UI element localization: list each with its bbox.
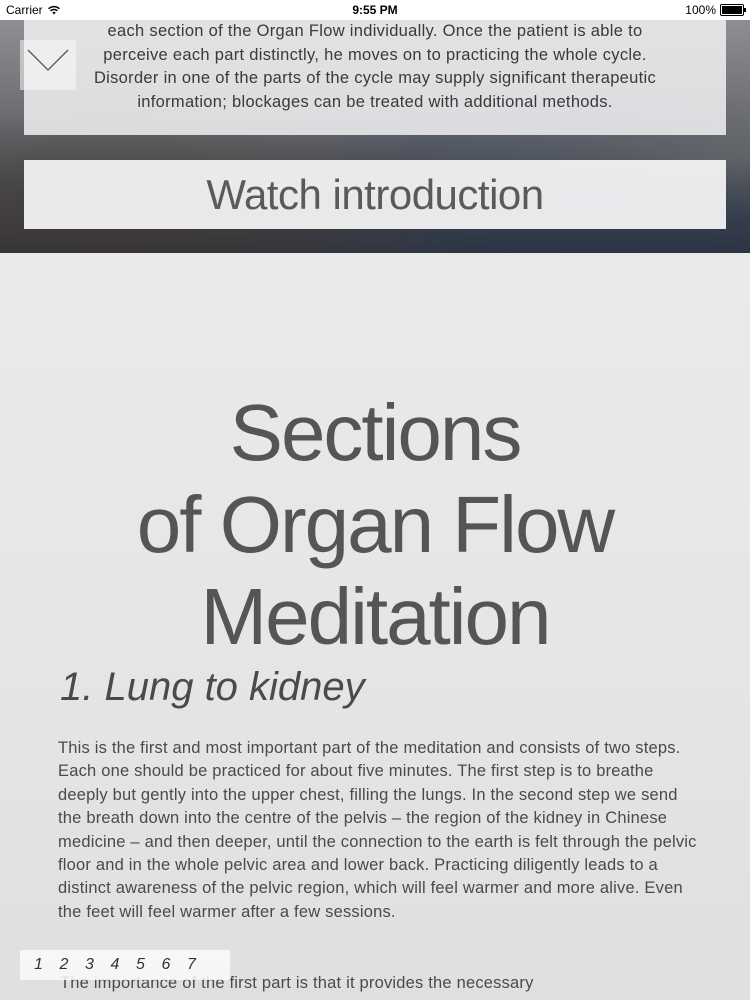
section-title-line: Meditation (200, 571, 551, 661)
main-content: Sections of Organ Flow Meditation 1. Lun… (0, 253, 750, 1000)
page-link-4[interactable]: 4 (111, 956, 137, 974)
intro-line: Disorder in one of the parts of the cycl… (93, 69, 657, 87)
body-paragraph: This is the first and most important par… (58, 739, 697, 921)
subsection-heading: 1. Lung to kidney (60, 665, 365, 709)
page-link-5[interactable]: 5 (136, 956, 162, 974)
page-link-3[interactable]: 3 (85, 956, 111, 974)
page-link-1[interactable]: 1 (34, 956, 60, 974)
intro-line: perceive each part distinctly, he moves … (103, 45, 647, 64)
page-index: 1 2 3 4 5 6 7 (20, 950, 230, 980)
section-title-line: of Organ Flow (136, 479, 615, 569)
battery-icon (720, 4, 746, 16)
intro-card: each section of the Organ Flow individua… (24, 20, 726, 135)
intro-text: each section of the Organ Flow individua… (24, 20, 726, 114)
section-title: Sections of Organ Flow Meditation (0, 387, 750, 663)
section-title-line: Sections (229, 387, 523, 477)
watch-introduction-button[interactable]: Watch introduction (24, 160, 726, 229)
status-bar: Carrier 9:55 PM 100% (0, 0, 750, 20)
page-link-6[interactable]: 6 (162, 956, 188, 974)
collapse-button[interactable] (20, 40, 76, 90)
page-link-2[interactable]: 2 (60, 956, 86, 974)
intro-line: information; blockages can be treated wi… (137, 92, 613, 111)
status-time: 9:55 PM (352, 3, 398, 17)
hero-background: each section of the Organ Flow individua… (0, 20, 750, 253)
chevron-down-icon (27, 49, 69, 71)
intro-line: each section of the Organ Flow individua… (107, 22, 643, 40)
page-link-7[interactable]: 7 (187, 956, 213, 974)
battery-percent: 100% (685, 3, 716, 17)
status-battery: 100% (685, 3, 746, 17)
